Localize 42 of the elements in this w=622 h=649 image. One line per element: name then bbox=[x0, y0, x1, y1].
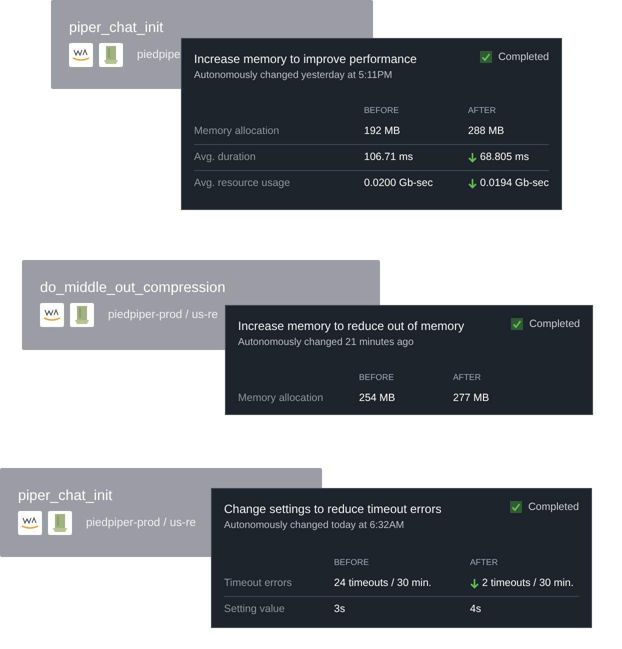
column-header: BEFORE bbox=[334, 557, 370, 569]
metric-label: Memory allocation bbox=[194, 119, 364, 145]
building-icon bbox=[103, 45, 119, 65]
metric-label: Avg. duration bbox=[194, 145, 364, 171]
column-header: AFTER bbox=[453, 372, 482, 384]
before-value: 254 MB bbox=[359, 391, 396, 406]
column-header: AFTER bbox=[468, 105, 497, 117]
after-value: 2 timeouts / 30 min. bbox=[482, 577, 574, 590]
metric-label: Memory allocation bbox=[238, 391, 324, 406]
after-value: 68.805 ms bbox=[480, 151, 530, 164]
before-value: 106.71 ms bbox=[364, 145, 468, 171]
column-header: AFTER bbox=[470, 557, 499, 569]
status-label: Completed bbox=[529, 318, 580, 330]
after-value: 4s bbox=[470, 603, 482, 616]
location-text: piedpiper-prod / us-re bbox=[86, 517, 196, 529]
metric-label: Timeout errors bbox=[224, 571, 334, 597]
after-value: 277 MB bbox=[453, 392, 490, 405]
status-label: Completed bbox=[498, 51, 549, 63]
change-subtitle: Autonomously changed today at 6:32AM bbox=[224, 519, 406, 533]
building-icon bbox=[74, 305, 90, 325]
before-value: 24 timeouts / 30 min. bbox=[334, 571, 470, 597]
change-title: Increase memory to improve performance bbox=[194, 51, 417, 67]
change-subtitle: Autonomously changed 21 minutes ago bbox=[238, 336, 415, 350]
location-text: piedpiper-prod / us-re bbox=[108, 309, 218, 321]
metric-label: Setting value bbox=[224, 602, 286, 617]
before-value: 3s bbox=[334, 602, 346, 617]
function-name: do_middle_out_compression bbox=[40, 279, 226, 298]
change-subtitle: Autonomously changed yesterday at 5:11PM bbox=[194, 69, 394, 83]
function-name: piper_chat_init bbox=[69, 19, 164, 38]
before-value: 0.0200 Gb-sec bbox=[364, 176, 434, 191]
metric-label: Avg. resource usage bbox=[194, 176, 292, 191]
column-header: BEFORE bbox=[364, 105, 400, 117]
status-label: Completed bbox=[528, 501, 579, 513]
before-value: 192 MB bbox=[364, 119, 468, 145]
column-header: BEFORE bbox=[359, 372, 395, 384]
function-name: piper_chat_init bbox=[18, 487, 114, 506]
change-title: Change settings to reduce timeout errors bbox=[224, 501, 442, 517]
change-title: Increase memory to reduce out of memory bbox=[238, 318, 464, 334]
after-value: 288 MB bbox=[468, 125, 504, 138]
building-icon bbox=[52, 513, 68, 533]
after-value: 0.0194 Gb-sec bbox=[480, 177, 549, 190]
location-text: piedpipe bbox=[137, 49, 180, 61]
